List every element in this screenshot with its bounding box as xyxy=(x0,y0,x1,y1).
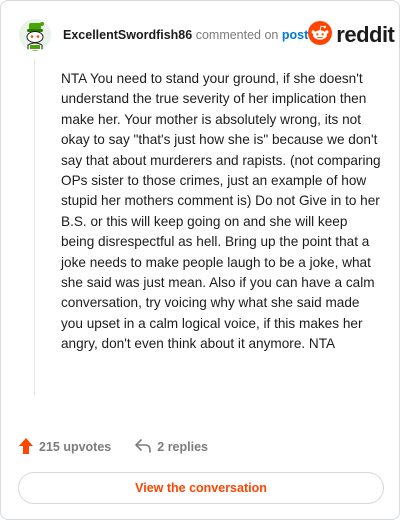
upvote-count: 215 upvotes xyxy=(39,440,112,454)
username-link[interactable]: ExcellentSwordfish86 xyxy=(63,28,192,42)
reply-arrow-icon xyxy=(135,438,157,456)
comment-body: NTA You need to stand your ground, if sh… xyxy=(61,71,381,352)
upvote-button[interactable]: 215 upvotes xyxy=(19,437,112,457)
comment-actions: 215 upvotes 2 replies xyxy=(19,437,208,457)
view-conversation-button[interactable]: View the conversation xyxy=(18,472,384,504)
post-link[interactable]: post xyxy=(282,28,308,42)
snoo-avatar-icon[interactable] xyxy=(19,19,51,51)
commented-on-text: commented on xyxy=(195,28,279,42)
reddit-wordmark: reddit xyxy=(336,22,395,47)
comment-embed-card: ExcellentSwordfish86 commented on post r… xyxy=(0,0,400,520)
comment-header: ExcellentSwordfish86 commented on post r… xyxy=(19,17,395,53)
upvote-arrow-icon xyxy=(19,437,39,457)
reddit-brand[interactable]: reddit xyxy=(308,20,395,50)
comment-meta: ExcellentSwordfish86 commented on post xyxy=(63,28,308,42)
replies-button[interactable]: 2 replies xyxy=(135,438,208,456)
reply-count: 2 replies xyxy=(157,440,208,454)
thread-line[interactable] xyxy=(34,59,35,395)
reddit-logo-icon xyxy=(308,20,333,50)
